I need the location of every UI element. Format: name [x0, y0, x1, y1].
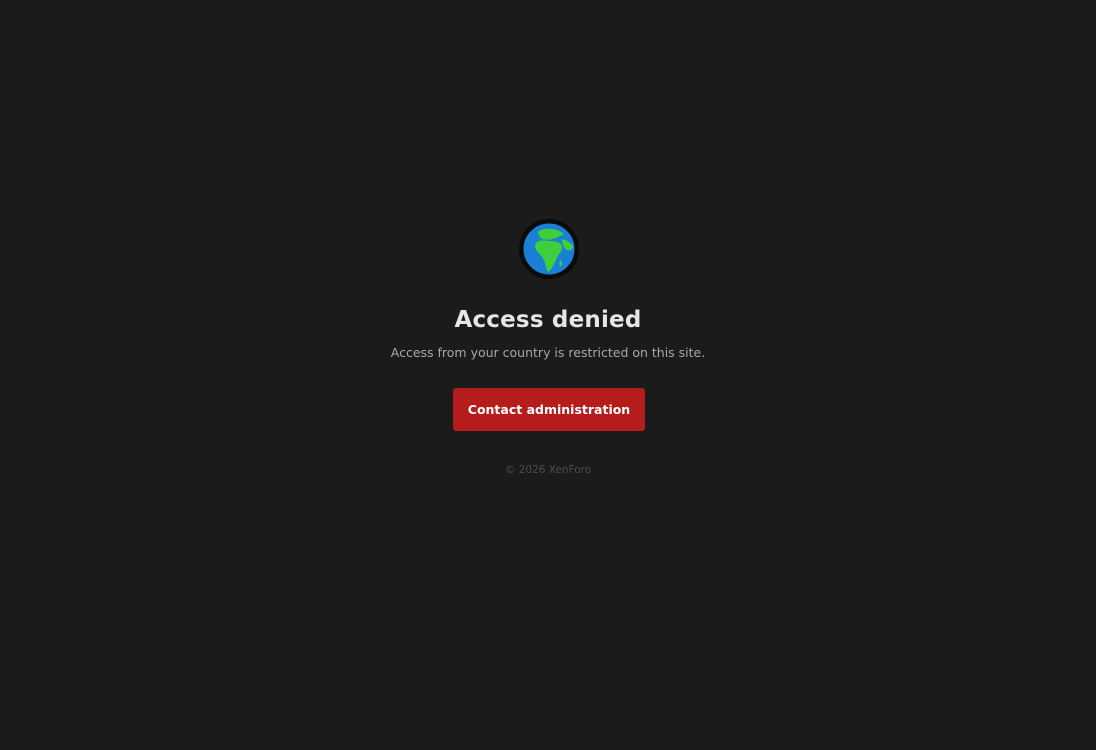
copyright-footer: © 2026 XenForo — [504, 464, 592, 476]
restriction-message: Access from your country is restricted o… — [390, 345, 706, 360]
globe-icon — [518, 218, 580, 280]
access-denied-page: Access denied Access from your country i… — [0, 0, 1096, 750]
page-title: Access denied — [454, 307, 642, 333]
contact-administration-button[interactable]: Contact administration — [453, 388, 645, 431]
